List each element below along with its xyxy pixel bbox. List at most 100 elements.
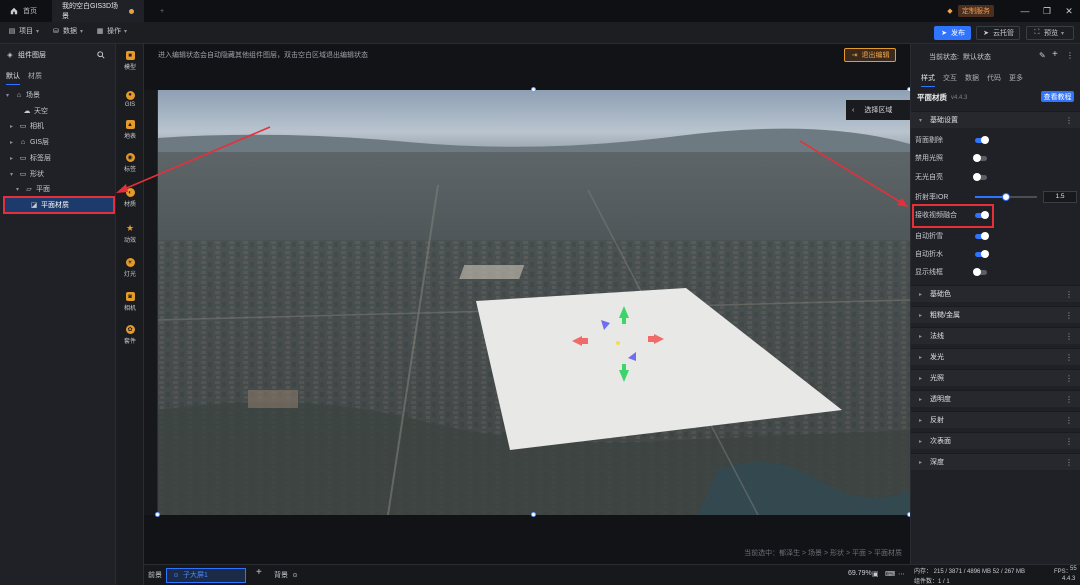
preview-button[interactable]: ⛶ 预览 ▾ [1026, 26, 1074, 40]
chevron-right-icon: ▸ [10, 155, 14, 162]
send-icon: ➤ [941, 30, 947, 37]
icon-bar-camera[interactable]: ◙ 相机 [116, 287, 144, 317]
project-menu[interactable]: ▤ 项目 ▾ [8, 26, 42, 36]
viewport: 进入编辑状态会自动隐藏其他组件图层，双击空白区域退出编辑状态 ⇥ 退出编辑 ‹ … [144, 44, 912, 564]
icon-bar-gis[interactable]: ● GIS [116, 84, 144, 114]
section-emission[interactable]: ▸ 发光 ⋮ [911, 348, 1080, 365]
tree-item-label-layer[interactable]: ▸ ▭ 标签层 [10, 151, 51, 165]
fit-view-icon[interactable]: ▣ [872, 570, 879, 578]
prop-ior: 折射率IOR 1.5 [915, 190, 1077, 204]
tab-code[interactable]: 代码 [987, 73, 1001, 87]
tree-item-scene[interactable]: ▾ ⌂ 场景 [6, 88, 40, 102]
toggle-switch[interactable] [973, 267, 987, 276]
more-vertical-icon[interactable]: ⋮ [1065, 458, 1073, 467]
section-normal[interactable]: ▸ 法线 ⋮ [911, 327, 1080, 344]
tab-label: 我的空白GIS3D场景 [62, 3, 119, 20]
title-bar: 首页 我的空白GIS3D场景 + ◆ 定制服务 — ❐ ✕ [0, 0, 1080, 22]
publish-button[interactable]: ➤ 发布 [934, 26, 971, 40]
panel-title: ◈ 组件图层 [7, 52, 46, 59]
section-depth[interactable]: ▸ 深度 ⋮ [911, 453, 1080, 470]
close-icon: ✕ [1065, 5, 1073, 16]
operation-menu[interactable]: ▦ 操作 ▾ [96, 26, 130, 36]
screen-sub-1[interactable]: ⊙ 子大屏1 [172, 570, 207, 580]
icon-bar-terrain[interactable]: ▲ 地表 [116, 115, 144, 145]
chevron-right-icon: ▸ [919, 354, 923, 361]
more-vertical-icon[interactable]: ⋮ [1065, 353, 1073, 362]
tree-item-shape[interactable]: ▾ ▭ 形状 [10, 167, 44, 181]
tab-more[interactable]: 更多 [1009, 73, 1023, 87]
icon-bar-effect[interactable]: ★ 动效 [116, 219, 144, 249]
section-roughness-metal[interactable]: ▸ 粗糙/金属 ⋮ [911, 306, 1080, 323]
section-base-color[interactable]: ▸ 基础色 ⋮ [911, 285, 1080, 302]
keyboard-icon[interactable]: ⌨ [885, 570, 895, 578]
screen-background[interactable]: 背景 ⊙ [274, 570, 299, 580]
exit-edit-button[interactable]: ⇥ 退出编辑 [844, 48, 896, 62]
more-vertical-icon[interactable]: ⋮ [1065, 416, 1073, 425]
maximize-button[interactable]: ❐ [1036, 0, 1058, 22]
tab-interaction[interactable]: 交互 [943, 73, 957, 87]
more-vertical-icon[interactable]: ⋮ [1066, 51, 1074, 60]
section-subsurface[interactable]: ▸ 次表面 ⋮ [911, 432, 1080, 449]
chevron-right-icon: ▸ [919, 312, 923, 319]
data-menu[interactable]: ⛁ 数据 ▾ [52, 26, 86, 36]
resize-handle[interactable] [531, 512, 536, 517]
cloud-host-button[interactable]: ➤ 云托管 [976, 26, 1020, 40]
tree-item-gis-layer[interactable]: ▸ ⌂ GIS层 [10, 135, 49, 149]
tree-item-plane[interactable]: ▾ ▱ 平面 [16, 182, 50, 196]
subtab-material[interactable]: 材质 [28, 71, 42, 85]
custom-service-button[interactable]: ◆ 定制服务 [946, 4, 994, 18]
camera-icon: ◙ [125, 292, 135, 301]
resize-handle[interactable] [155, 512, 160, 517]
layers-icon: ◈ [7, 52, 13, 59]
icon-bar-tag[interactable]: ◉ 标签 [116, 148, 144, 178]
icon-bar-model[interactable]: ■ 模型 [116, 46, 144, 76]
more-vertical-icon[interactable]: ⋮ [1065, 395, 1073, 404]
section-opacity[interactable]: ▸ 透明度 ⋮ [911, 390, 1080, 407]
material-ball-icon: ◐ [125, 188, 135, 197]
subtab-default[interactable]: 默认 [6, 71, 20, 85]
toggle-switch[interactable] [975, 231, 989, 240]
new-tab-button[interactable]: + [150, 0, 174, 22]
ior-input[interactable]: 1.5 [1043, 191, 1077, 203]
plus-icon[interactable]: + [1052, 49, 1058, 60]
close-button[interactable]: ✕ [1058, 0, 1080, 22]
view-tutorial-button[interactable]: 查看教程 [1041, 91, 1074, 102]
main-toolbar: ▤ 项目 ▾ ⛁ 数据 ▾ ▦ 操作 ▾ ➤ 发布 ➤ 云托管 ⛶ 预览 ▾ [0, 22, 1080, 44]
more-vertical-icon[interactable]: ⋮ [1065, 374, 1073, 383]
section-lighting[interactable]: ▸ 光照 ⋮ [911, 369, 1080, 386]
scene-canvas[interactable] [158, 90, 910, 515]
search-icon[interactable] [97, 51, 105, 59]
section-basic-settings[interactable]: ▾ 基础设置 ⋮ [911, 111, 1080, 128]
more-vertical-icon[interactable]: ⋮ [1065, 116, 1073, 125]
section-reflection[interactable]: ▸ 反射 ⋮ [911, 411, 1080, 428]
edit-icon[interactable]: ✎ [1039, 51, 1046, 60]
tab-scene[interactable]: 我的空白GIS3D场景 [52, 0, 144, 22]
tab-data[interactable]: 数据 [965, 73, 979, 87]
ior-slider[interactable] [975, 193, 1037, 201]
toggle-switch[interactable] [975, 135, 989, 144]
minimize-button[interactable]: — [1014, 0, 1036, 22]
add-screen-button[interactable]: + [256, 567, 262, 578]
toggle-switch[interactable] [973, 153, 987, 162]
slider-knob[interactable] [1002, 193, 1010, 201]
more-vertical-icon[interactable]: ⋮ [1065, 332, 1073, 341]
tab-home[interactable]: 首页 [0, 0, 47, 22]
tree-item-sky[interactable]: ☁ 天空 [14, 104, 49, 118]
more-vertical-icon[interactable]: ⋮ [1065, 437, 1073, 446]
component-count: 组件数：1 / 1 [914, 579, 950, 585]
icon-bar-kit[interactable]: ✿ 套件 [116, 320, 144, 350]
tab-style[interactable]: 样式 [921, 73, 935, 87]
icon-bar-light[interactable]: ☀ 灯光 [116, 253, 144, 283]
status-bar: 内存： 215 / 3871 / 4896 MB 52 / 267 MB FPS… [910, 564, 1080, 585]
more-vertical-icon[interactable]: ⋮ [1065, 311, 1073, 320]
scene-icon: ⌂ [16, 91, 22, 99]
select-region-button[interactable]: ‹ 选择区域 [846, 100, 910, 120]
more-vertical-icon[interactable]: ⋮ [1065, 290, 1073, 299]
highlight-box [912, 204, 994, 228]
icon-bar-material[interactable]: ◐ 材质 [116, 183, 144, 213]
tree-item-camera[interactable]: ▸ ▭ 相机 [10, 119, 44, 133]
toggle-switch[interactable] [973, 172, 987, 181]
more-icon[interactable]: ⋯ [898, 570, 905, 578]
resize-handle[interactable] [531, 87, 536, 92]
toggle-switch[interactable] [975, 249, 989, 258]
